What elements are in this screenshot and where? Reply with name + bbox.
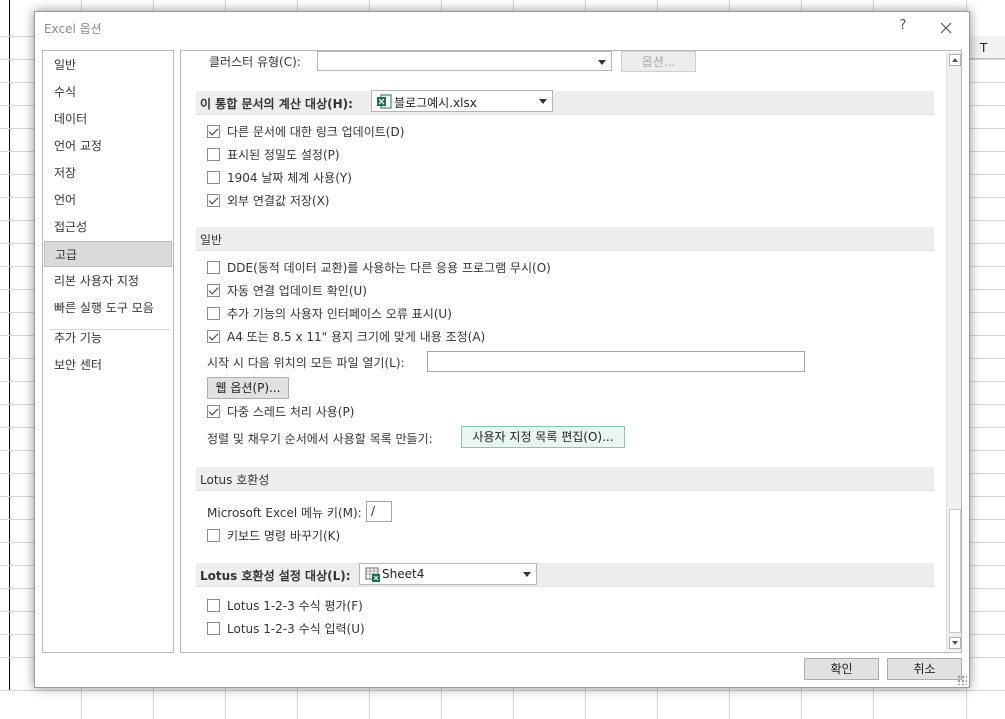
lotus-formula-evaluation-label: Lotus 1-2-3 수식 평가(F) <box>227 599 363 613</box>
nav-item-save[interactable]: 저장 <box>44 160 172 186</box>
menu-key-label: Microsoft Excel 메뉴 키(M): <box>207 506 362 520</box>
nav-item-quick-access-toolbar[interactable]: 빠른 실행 도구 모음 <box>44 295 172 321</box>
addin-ui-errors-checkbox[interactable] <box>207 307 220 320</box>
web-options-button[interactable]: 웹 옵션(P)... <box>207 377 289 399</box>
excel-file-icon <box>377 94 392 109</box>
multithread-checkbox[interactable] <box>207 405 220 418</box>
scroll-down-button[interactable] <box>949 637 961 649</box>
workbook-calc-section-header: 이 통합 문서의 계산 대상(H): <box>196 91 934 115</box>
nav-item-accessibility[interactable]: 접근성 <box>44 214 172 240</box>
cluster-type-combo[interactable] <box>317 51 612 71</box>
general-section-header: 일반 <box>196 227 934 251</box>
workbook-calc-combo[interactable]: 블로그예시.xlsx <box>371 90 553 112</box>
grid-line <box>0 690 1005 691</box>
date-system-1904-label: 1904 날짜 체계 사용(Y) <box>227 171 352 185</box>
cluster-type-label: 클러스터 유형(C): <box>209 55 301 69</box>
sheet-icon <box>365 567 380 582</box>
save-external-link-values-checkbox[interactable] <box>207 194 220 207</box>
addin-ui-errors-label: 추가 기능의 사용자 인터페이스 오류 표시(U) <box>227 307 452 321</box>
lotus-settings-section-title: Lotus 호환성 설정 대상(L): <box>200 569 351 583</box>
cancel-button[interactable]: 취소 <box>887 658 962 680</box>
chevron-down-icon <box>523 572 531 577</box>
update-links-checkbox[interactable] <box>207 125 220 138</box>
menu-key-input[interactable]: / <box>366 501 392 522</box>
lotus-formula-entry-label: Lotus 1-2-3 수식 입력(U) <box>227 622 365 636</box>
nav-item-data[interactable]: 데이터 <box>44 106 172 132</box>
custom-list-label: 정렬 및 채우기 순서에서 사용할 목록 만들기: <box>207 432 433 446</box>
auto-link-update-checkbox[interactable] <box>207 284 220 297</box>
scale-paper-size-label: A4 또는 8.5 x 11" 용지 크기에 맞게 내용 조정(A) <box>227 330 486 344</box>
nav-item-language[interactable]: 언어 <box>44 187 172 213</box>
keyboard-commands-label: 키보드 명령 바꾸기(K) <box>227 529 341 543</box>
help-button[interactable]: ? <box>896 18 910 36</box>
title-bar: Excel 옵션 ? <box>35 12 969 44</box>
options-button[interactable]: 옵션... <box>621 51 696 72</box>
excel-options-dialog: Excel 옵션 ? 일반 수식 데이터 언어 교정 저장 언어 접근성 고급 … <box>34 11 970 688</box>
general-section-title: 일반 <box>200 233 223 247</box>
scale-paper-size-checkbox[interactable] <box>207 330 220 343</box>
column-header-letter: T <box>980 41 988 55</box>
lotus-settings-section-header: Lotus 호환성 설정 대상(L): <box>196 563 934 587</box>
nav-item-formulas[interactable]: 수식 <box>44 79 172 105</box>
resize-grip[interactable] <box>957 675 967 685</box>
workbook-calc-section-title: 이 통합 문서의 계산 대상(H): <box>200 97 353 111</box>
auto-link-update-label: 자동 연결 업데이트 확인(U) <box>227 284 367 298</box>
close-icon <box>940 22 952 34</box>
dialog-title: Excel 옵션 <box>44 22 102 36</box>
nav-item-add-ins[interactable]: 추가 기능 <box>44 325 172 351</box>
advanced-options-panel: 클러스터 유형(C): 옵션... 이 통합 문서의 계산 대상(H): 블로그… <box>180 50 962 653</box>
lotus-settings-sheet-combo[interactable]: Sheet4 <box>359 563 537 585</box>
save-external-link-values-label: 외부 연결값 저장(X) <box>227 194 330 208</box>
nav-item-advanced[interactable]: 고급 <box>44 241 172 267</box>
edit-custom-lists-button[interactable]: 사용자 지정 목록 편집(O)... <box>461 426 625 448</box>
precision-as-displayed-checkbox[interactable] <box>207 148 220 161</box>
chevron-down-icon <box>539 99 547 104</box>
chevron-down-icon <box>598 60 606 65</box>
ok-button[interactable]: 확인 <box>804 658 879 680</box>
grid-line <box>9 0 10 690</box>
multithread-label: 다중 스레드 처리 사용(P) <box>227 405 355 419</box>
lotus-formula-entry-checkbox[interactable] <box>207 622 220 635</box>
ignore-dde-label: DDE(동적 데이터 교환)를 사용하는 다른 응용 프로그램 무시(O) <box>227 261 551 275</box>
keyboard-commands-checkbox[interactable] <box>207 529 220 542</box>
ignore-dde-checkbox[interactable] <box>207 261 220 274</box>
precision-as-displayed-label: 표시된 정밀도 설정(P) <box>227 148 340 162</box>
nav-item-trust-center[interactable]: 보안 센터 <box>44 352 172 378</box>
content-scrollbar[interactable] <box>946 52 961 651</box>
nav-item-general[interactable]: 일반 <box>44 52 172 78</box>
startup-folder-input[interactable] <box>427 351 805 372</box>
startup-folder-label: 시작 시 다음 위치의 모든 파일 열기(L): <box>207 356 405 370</box>
close-button[interactable] <box>935 18 957 38</box>
scroll-thumb[interactable] <box>949 509 961 633</box>
workbook-calc-value: 블로그예시.xlsx <box>394 96 477 110</box>
date-system-1904-checkbox[interactable] <box>207 171 220 184</box>
nav-item-customize-ribbon[interactable]: 리본 사용자 지정 <box>44 268 172 294</box>
lotus-section-title: Lotus 호환성 <box>200 473 270 487</box>
lotus-settings-sheet-value: Sheet4 <box>382 567 425 581</box>
update-links-label: 다른 문서에 대한 링크 업데이트(D) <box>227 125 405 139</box>
scroll-up-button[interactable] <box>949 54 961 66</box>
options-category-list: 일반 수식 데이터 언어 교정 저장 언어 접근성 고급 리본 사용자 지정 빠… <box>42 50 174 653</box>
nav-item-proofing[interactable]: 언어 교정 <box>44 133 172 159</box>
lotus-section-header: Lotus 호환성 <box>196 467 934 491</box>
lotus-formula-evaluation-checkbox[interactable] <box>207 599 220 612</box>
